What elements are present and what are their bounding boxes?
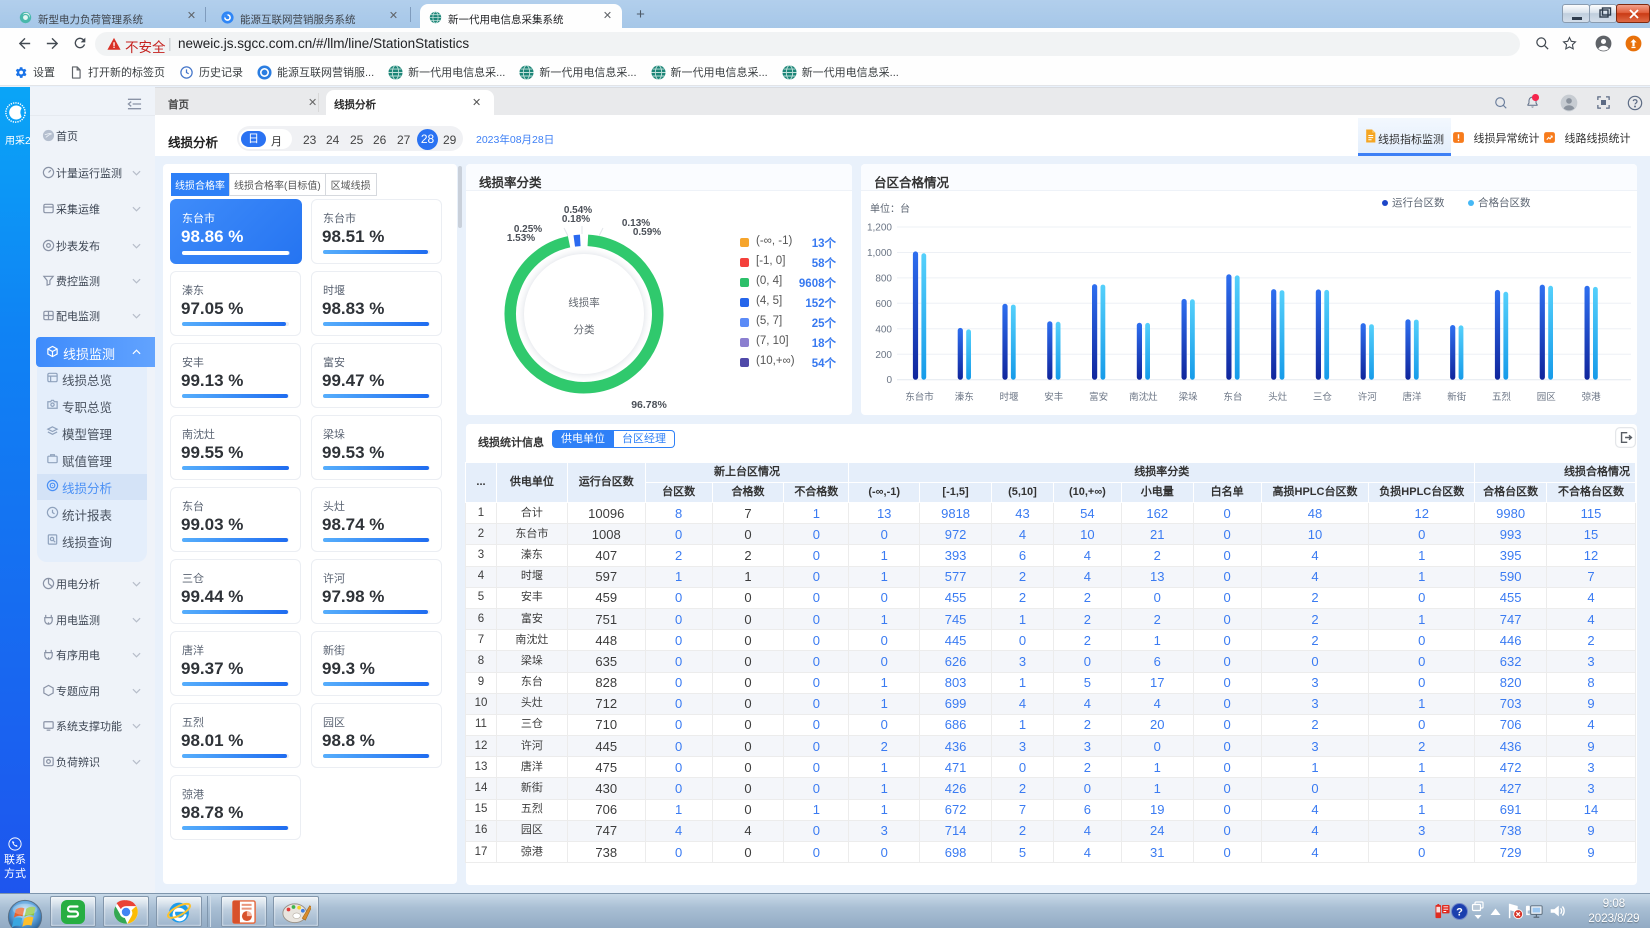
svg-text:200: 200 bbox=[875, 350, 892, 361]
svg-text:富安: 富安 bbox=[1089, 391, 1108, 403]
svg-text:南沈灶: 南沈灶 bbox=[1129, 391, 1158, 403]
svg-text:园区: 园区 bbox=[1537, 392, 1557, 403]
svg-text:安丰: 安丰 bbox=[1044, 391, 1063, 403]
svg-text:800: 800 bbox=[875, 273, 892, 284]
svg-text:600: 600 bbox=[875, 299, 892, 310]
svg-text:?: ? bbox=[1456, 907, 1463, 919]
svg-text:唐洋: 唐洋 bbox=[1402, 391, 1422, 403]
svg-text:溱东: 溱东 bbox=[955, 391, 974, 403]
svg-text:1,200: 1,200 bbox=[867, 223, 892, 234]
svg-text:新街: 新街 bbox=[1447, 391, 1467, 403]
svg-text:时堰: 时堰 bbox=[999, 391, 1019, 403]
svg-text:三仓: 三仓 bbox=[1313, 391, 1333, 403]
svg-text:弶港: 弶港 bbox=[1582, 391, 1602, 403]
svg-text:许河: 许河 bbox=[1358, 391, 1378, 403]
svg-text:东台市: 东台市 bbox=[905, 391, 934, 403]
svg-text:五烈: 五烈 bbox=[1492, 392, 1512, 403]
svg-text:1,000: 1,000 bbox=[867, 248, 892, 259]
svg-text:东台: 东台 bbox=[1223, 391, 1242, 403]
svg-text:梁垛: 梁垛 bbox=[1179, 391, 1199, 403]
svg-text:0: 0 bbox=[886, 375, 892, 386]
svg-text:400: 400 bbox=[875, 324, 892, 335]
svg-text:头灶: 头灶 bbox=[1268, 391, 1288, 403]
